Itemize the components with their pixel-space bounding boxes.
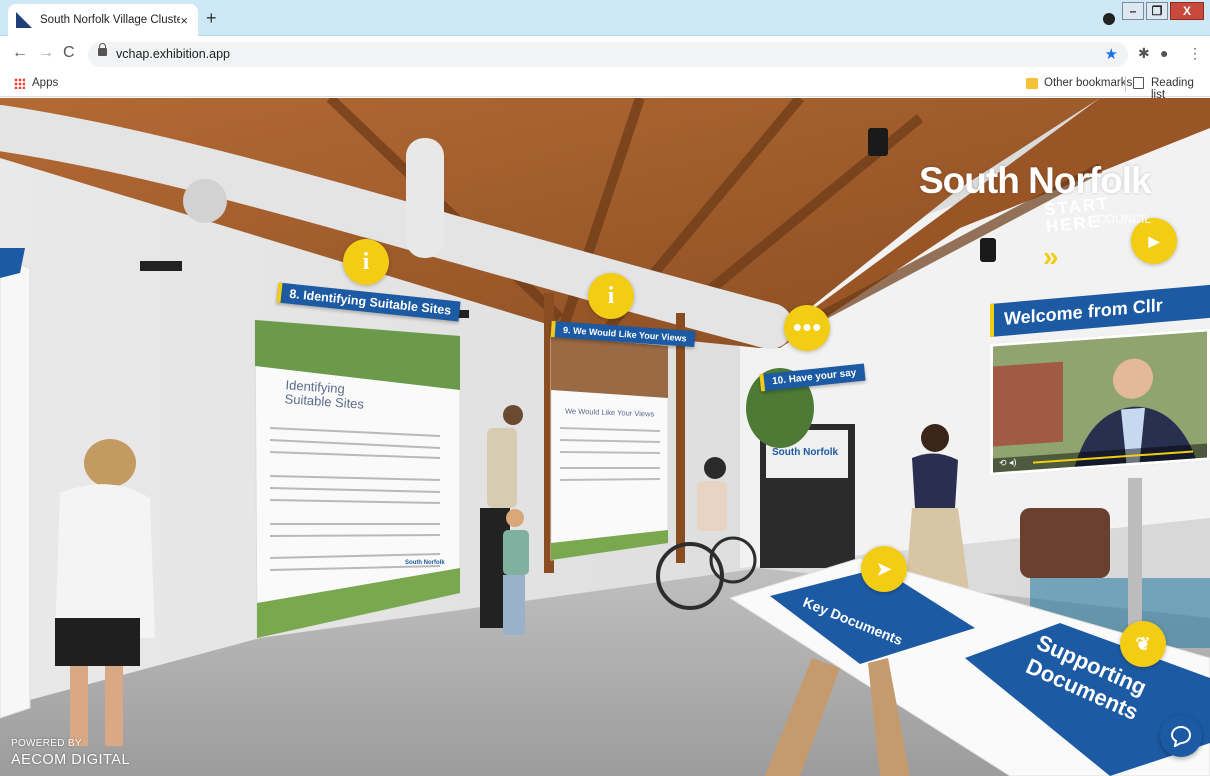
exhibition-viewport[interactable]: 8. Identifying Suitable Sites 9. We Woul… [0,98,1210,776]
chat-button[interactable] [1160,715,1202,757]
tab-close-icon[interactable]: × [180,13,188,28]
forward-arrow-icon[interactable]: → [38,44,54,62]
back-arrow-icon[interactable]: ← [12,44,28,62]
browser-title-bar: South Norfolk Village Clusters Ho × + – … [0,0,1210,36]
lock-icon [98,43,107,56]
profile-indicator-icon[interactable] [1103,13,1115,25]
extensions-puzzle-icon[interactable]: ✱ [1138,45,1150,62]
tab-title: South Norfolk Village Clusters Ho [40,14,180,26]
bookmark-star-icon[interactable]: ★ [1105,45,1118,63]
maximize-button[interactable]: ❐ [1146,2,1168,20]
browser-toolbar: ← → C vchap.exhibition.app ★ ✱ ● ⋮ [0,37,1210,71]
board-8-brand: South Norfolk [405,560,445,566]
welcome-video-player[interactable]: ⟲ ◂) [990,328,1210,476]
comment-hotspot-icon[interactable]: ●●● [784,305,830,351]
bookmark-apps[interactable]: Apps [32,77,58,89]
leaf-hotspot-icon[interactable]: ❦ [1120,621,1166,667]
url-text[interactable]: vchap.exhibition.app [116,47,230,61]
chat-bubble-icon [1170,725,1192,747]
powered-by-label: POWERED BY [11,738,82,749]
reload-icon[interactable]: C [63,44,75,62]
start-here-label[interactable]: START HERE [1043,194,1112,237]
board-8-heading: Identifying Suitable Sites [284,377,365,412]
minimize-button[interactable]: – [1122,2,1144,20]
info-hotspot-icon[interactable]: i [343,239,389,285]
reading-list-icon [1133,77,1144,89]
kiosk-brand: South Norfolk [772,447,839,458]
aecom-digital-logo: AECOM DIGITAL [11,752,131,768]
close-window-button[interactable]: X [1170,2,1204,20]
info-hotspot-icon[interactable]: i [588,273,634,319]
browser-tab[interactable]: South Norfolk Village Clusters Ho × [8,4,198,36]
south-norfolk-logo: South Norfolk [919,160,1152,201]
bookmarks-bar: Apps Other bookmarks Reading list [0,71,1210,101]
send-hotspot-icon[interactable]: ➤ [861,546,907,592]
menu-kebab-icon[interactable]: ⋮ [1188,45,1202,62]
folder-icon [1026,78,1038,89]
profile-avatar-icon[interactable]: ● [1160,45,1168,61]
new-tab-button[interactable]: + [206,8,217,29]
start-here-chevron-icon[interactable]: » [1043,241,1058,273]
address-bar[interactable]: vchap.exhibition.app ★ [88,42,1128,67]
apps-grid-icon[interactable] [14,78,25,89]
bookmarks-divider [1125,76,1126,92]
window-controls: – ❐ X [1122,2,1204,20]
bookmark-other[interactable]: Other bookmarks [1044,77,1132,89]
site-favicon-icon [16,12,32,28]
